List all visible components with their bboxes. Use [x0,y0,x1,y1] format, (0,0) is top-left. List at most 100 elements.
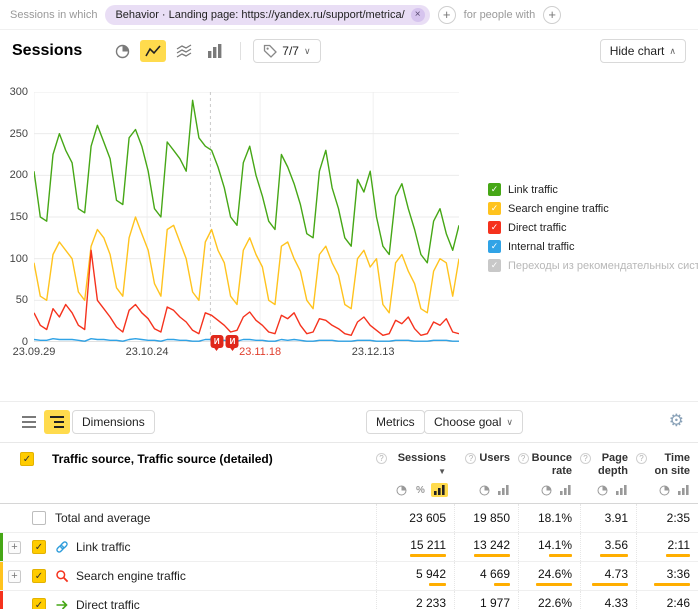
row-label[interactable]: Direct traffic [76,598,140,609]
dimensions-button[interactable]: Dimensions [72,410,155,434]
legend-item[interactable]: ✓ Internal traffic [488,237,698,256]
dimensions-label: Dimensions [82,415,145,429]
annotation-marker[interactable]: И [210,335,223,348]
help-icon[interactable]: ? [580,453,591,464]
cell-time: 3:36 [636,562,698,590]
cell-sessions: 2 233 [376,591,454,609]
table-header: ✓ Traffic source, Traffic source (detail… [0,442,698,478]
row-checkbox[interactable]: ✓ [32,540,46,554]
display-pie-toggle-icon[interactable] [656,483,673,497]
display-bars-toggle-icon[interactable] [557,483,574,497]
select-all-checkbox[interactable]: ✓ [20,452,34,466]
close-icon[interactable]: × [411,8,425,22]
legend-checkbox[interactable]: ✓ [488,240,501,253]
cell-value: 24.6% [538,567,572,581]
help-icon[interactable]: ? [636,453,647,464]
metrics-button[interactable]: Metrics [366,410,425,434]
legend-checkbox[interactable]: ✓ [488,221,501,234]
legend-label: Direct traffic [508,222,566,234]
flat-list-view-button[interactable] [16,410,42,434]
y-axis: 050100150200250300 [0,92,28,342]
display-bars-toggle-icon[interactable] [675,483,692,497]
legend-label: Internal traffic [508,241,574,253]
mini-bar [592,583,628,586]
annotation-marker[interactable]: И [226,335,239,348]
display-pie-toggle-icon[interactable] [594,483,611,497]
display-bars-toggle-icon[interactable] [431,483,448,497]
table-row[interactable]: +✓Link traffic15 21113 24214.1%3.562:11 [0,533,698,562]
add-segment-button[interactable]: + [438,6,456,24]
help-icon[interactable]: ? [465,453,476,464]
mini-bar [429,583,446,586]
display-pie-toggle-icon[interactable] [538,483,555,497]
goals-dropdown[interactable]: 7/7 ∨ [253,39,320,63]
expand-row-button[interactable]: + [8,541,21,554]
table-row[interactable]: +✓Search engine traffic5 9424 66924.6%4.… [0,562,698,591]
column-header-time[interactable]: ?Time on site [636,452,698,478]
segment-chip[interactable]: Behavior · Landing page: https://yandex.… [105,5,429,25]
chart-legend: ✓Link traffic✓Search engine traffic✓Dire… [488,180,698,275]
cell-bounce: 22.6% [518,591,580,609]
row-checkbox[interactable]: ✓ [32,569,46,583]
row-label[interactable]: Search engine traffic [76,569,186,583]
chart-type-pie-button[interactable] [109,40,135,62]
row-color-stripe [0,591,3,609]
choose-goal-dropdown[interactable]: Choose goal ∨ [424,410,523,434]
column-header-users[interactable]: ?Users [454,452,518,478]
table-toolbar: Dimensions Metrics Choose goal ∨ ⚙ [0,402,698,442]
legend-checkbox[interactable]: ✓ [488,202,501,215]
display-bars-toggle-icon[interactable] [495,483,512,497]
cell-depth: 4.73 [580,562,636,590]
column-header-depth[interactable]: ?Page depth [580,452,636,478]
mini-bar [666,554,690,557]
stacked-area-icon [176,44,192,58]
page-title: Sessions [12,42,82,60]
display-pie-toggle-icon[interactable] [476,483,493,497]
filter-prefix-label: Sessions in which [10,9,97,21]
cell-value: 19 850 [473,511,510,525]
cell-depth: 3.91 [580,504,636,532]
hide-chart-button[interactable]: Hide chart ∧ [600,39,686,63]
x-axis-label: 23.12.13 [352,346,395,358]
legend-checkbox[interactable]: ✓ [488,259,501,272]
cell-value: 22.6% [538,596,572,609]
legend-item[interactable]: ✓Link traffic [488,180,698,199]
filter-suffix-label: for people with [464,9,536,21]
chart-type-line-button[interactable] [140,40,166,62]
help-icon[interactable]: ? [376,453,387,464]
display-pie-toggle-icon[interactable] [393,483,410,497]
row-checkbox[interactable]: ✓ [32,598,46,609]
tag-icon [263,44,277,58]
cell-value: 2:35 [667,511,690,525]
cell-users: 1 977 [454,591,518,609]
legend-item[interactable]: ✓Search engine traffic [488,199,698,218]
cell-bounce: 14.1% [518,533,580,561]
help-icon[interactable]: ? [518,453,529,464]
tree-view-button[interactable] [44,410,70,434]
table-row[interactable]: ✓Direct traffic2 2331 97722.6%4.332:46 [0,591,698,609]
legend-checkbox[interactable]: ✓ [488,183,501,196]
x-axis-label: 23.10.24 [126,346,169,358]
cell-value: 3.56 [605,538,628,552]
gear-icon[interactable]: ⚙ [669,411,684,431]
expand-row-button[interactable]: + [8,570,21,583]
column-header-bounce[interactable]: ?Bounce rate [518,452,580,478]
segment-chip-label: Behavior · Landing page: https://yandex.… [115,9,404,21]
chart-type-columns-button[interactable] [202,40,228,62]
row-label[interactable]: Link traffic [76,540,130,554]
cell-value: 2 233 [416,596,446,609]
row-checkbox[interactable] [32,511,46,525]
cell-value: 1 977 [480,596,510,609]
display-percent-toggle-icon[interactable]: % [412,483,429,497]
table-row[interactable]: Total and average23 60519 85018.1%3.912:… [0,504,698,533]
row-label[interactable]: Total and average [55,511,150,525]
choose-goal-label: Choose goal [434,415,501,429]
chart-type-stacked-button[interactable] [171,40,197,62]
column-header-sessions[interactable]: ?Sessions ▼ [376,452,454,478]
legend-item[interactable]: ✓Переходы из рекомендательных систем [488,256,698,275]
legend-item[interactable]: ✓ Direct traffic [488,218,698,237]
display-bars-toggle-icon[interactable] [613,483,630,497]
list-view-icon [22,416,36,428]
hide-chart-label: Hide chart [610,44,665,58]
add-people-filter-button[interactable]: + [543,6,561,24]
